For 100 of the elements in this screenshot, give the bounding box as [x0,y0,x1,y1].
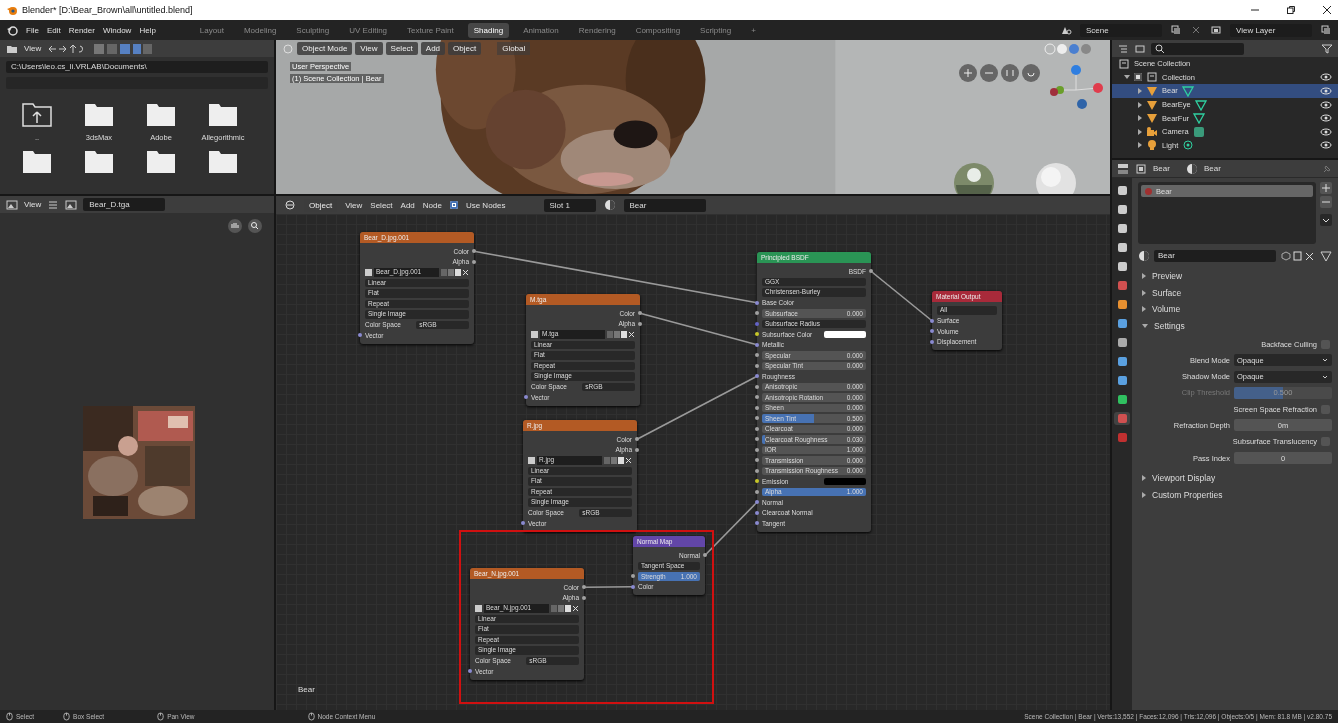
image-field[interactable]: Bear_D.tga [83,198,166,211]
folder-icon[interactable] [208,148,238,174]
node-socket[interactable] [703,553,707,558]
menu-item[interactable]: View [345,200,363,210]
node-socket[interactable] [755,521,759,526]
menu-button[interactable]: Select [385,42,418,55]
image-buttons-icon[interactable] [551,604,579,612]
use-nodes-checkbox[interactable] [449,201,458,209]
workspace-tab[interactable]: Scripting [694,22,738,38]
node-socket[interactable] [358,333,362,338]
node-socket[interactable] [755,384,759,389]
menu-item[interactable]: Render [68,25,95,35]
material-icon[interactable] [1138,250,1150,262]
filter-icon[interactable] [1134,42,1146,55]
node-socket[interactable] [755,395,759,400]
mesh-data-icon[interactable] [1320,250,1332,262]
zoom-icon[interactable] [248,219,262,233]
node-socket[interactable] [755,321,759,326]
menu-item[interactable]: Select [370,200,393,210]
chevron-down-icon[interactable] [1320,214,1332,226]
workspace-tab[interactable]: Compositing [629,22,687,38]
restore-icon[interactable] [1286,5,1296,15]
copy-icon[interactable] [1320,24,1332,36]
node-socket[interactable] [755,458,759,463]
node-socket[interactable] [930,318,934,323]
material-icon[interactable] [603,199,616,211]
image-icon[interactable] [365,268,372,276]
mesh-data-icon[interactable] [1181,85,1194,97]
panel-header[interactable]: Settings [1138,317,1332,334]
panel-header[interactable]: Custom Properties [1138,486,1332,504]
material-field[interactable]: Bear [623,198,706,212]
image-icon[interactable] [528,456,535,464]
node-socket[interactable] [755,342,759,347]
panel-header[interactable]: Surface [1138,284,1332,301]
node-socket[interactable] [635,437,639,442]
slot-dropdown[interactable]: Slot 1 [543,198,596,212]
node-socket[interactable] [755,416,759,421]
node-socket[interactable] [638,311,642,316]
menu-item[interactable]: File [26,25,39,35]
orientation-dropdown[interactable]: Global [497,42,531,55]
node-socket[interactable] [755,363,759,368]
image-buttons-icon[interactable] [607,330,635,338]
workspace-tab[interactable]: Animation [517,22,565,38]
menu-button[interactable]: Object [448,42,482,55]
workspace-tab[interactable]: Sculpting [290,22,336,38]
path-field[interactable]: C:\Users\leo.cs_li.VRLAB\Documents\ [6,61,268,73]
color-swatch[interactable] [824,477,866,485]
workspace-tab[interactable]: Rendering [572,22,622,38]
light-data-icon[interactable] [1182,139,1195,152]
workspace-tab[interactable]: Shading [467,22,510,38]
node-socket[interactable] [755,437,759,442]
menu-item[interactable]: View [24,200,42,209]
mode-dropdown[interactable]: Object Mode [297,42,353,55]
node-socket[interactable] [755,479,759,484]
folder-icon[interactable] [22,148,52,174]
image-icon[interactable] [65,198,78,211]
folder-icon[interactable] [208,101,238,127]
layers-icon[interactable] [1210,24,1222,36]
menu-item[interactable]: Help [139,25,156,35]
node-socket[interactable] [582,595,586,600]
node-socket[interactable] [631,574,635,579]
menu-icon[interactable] [47,198,60,211]
mesh-data-icon[interactable] [1194,98,1207,111]
menu-item[interactable]: Edit [46,25,61,35]
collection-checkbox[interactable] [1134,73,1142,82]
node-socket[interactable] [582,585,586,590]
workspace-tab[interactable]: UV Editing [343,22,394,38]
menu-item[interactable]: Window [102,25,132,35]
menu-item[interactable]: Add [400,200,415,210]
node-socket[interactable] [524,395,528,400]
node-socket[interactable] [755,510,759,515]
node-socket[interactable] [635,447,639,452]
editor-type-icon[interactable] [1117,162,1129,175]
add-icon[interactable] [1320,182,1332,194]
folder-icon[interactable] [84,148,114,174]
eye-icon[interactable] [1320,112,1332,125]
node-socket[interactable] [755,468,759,473]
navigation-buttons-icon[interactable] [958,63,1042,83]
node[interactable] [757,252,871,532]
node-editor-icon[interactable] [284,199,296,211]
panel-header[interactable]: Preview [1138,268,1332,285]
node-socket[interactable] [755,426,759,431]
close-icon[interactable] [1322,5,1332,15]
expand-arrow-icon[interactable] [1124,75,1130,80]
node-socket[interactable] [472,249,476,254]
image-icon[interactable] [531,330,538,338]
node-socket[interactable] [755,332,759,337]
remove-icon[interactable] [1320,196,1332,208]
search-field[interactable] [1151,42,1244,55]
node-socket[interactable] [755,374,759,379]
hand-icon[interactable] [228,219,242,233]
parent-folder-icon[interactable] [22,101,52,127]
material-buttons-icon[interactable] [1280,250,1316,262]
expand-arrow-icon[interactable] [1138,88,1142,94]
menu-button[interactable]: View [355,42,383,55]
view-options-icon[interactable] [93,42,154,55]
node-socket[interactable] [521,521,525,526]
node-socket[interactable] [755,447,759,452]
scene-field[interactable]: Scene [1080,23,1162,37]
node-socket[interactable] [869,269,873,274]
